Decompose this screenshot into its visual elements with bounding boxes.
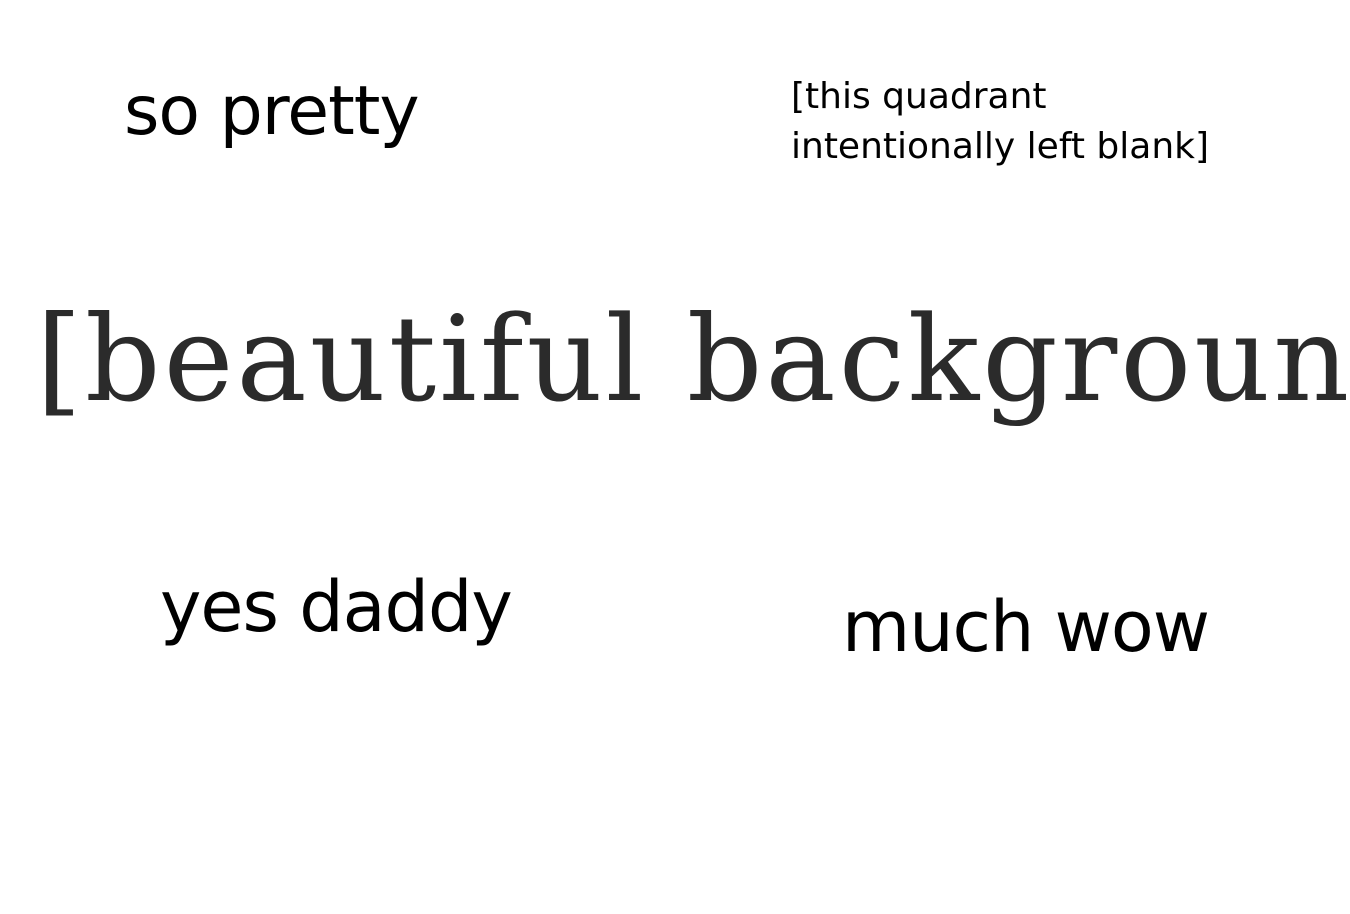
bottom-left-caption: yes daddy xyxy=(160,566,513,648)
bottom-right-caption: much wow xyxy=(842,586,1210,668)
top-right-caption-line-2: intentionally left blank] xyxy=(791,126,1210,167)
top-right-caption-line-1: [this quadrant xyxy=(791,76,1047,117)
meme-canvas: so pretty [this quadrant intentionally l… xyxy=(0,0,1350,914)
top-right-caption: [this quadrant intentionally left blank] xyxy=(791,72,1221,172)
top-left-caption: so pretty xyxy=(124,72,420,151)
center-caption: [beautiful background] xyxy=(36,290,1350,428)
